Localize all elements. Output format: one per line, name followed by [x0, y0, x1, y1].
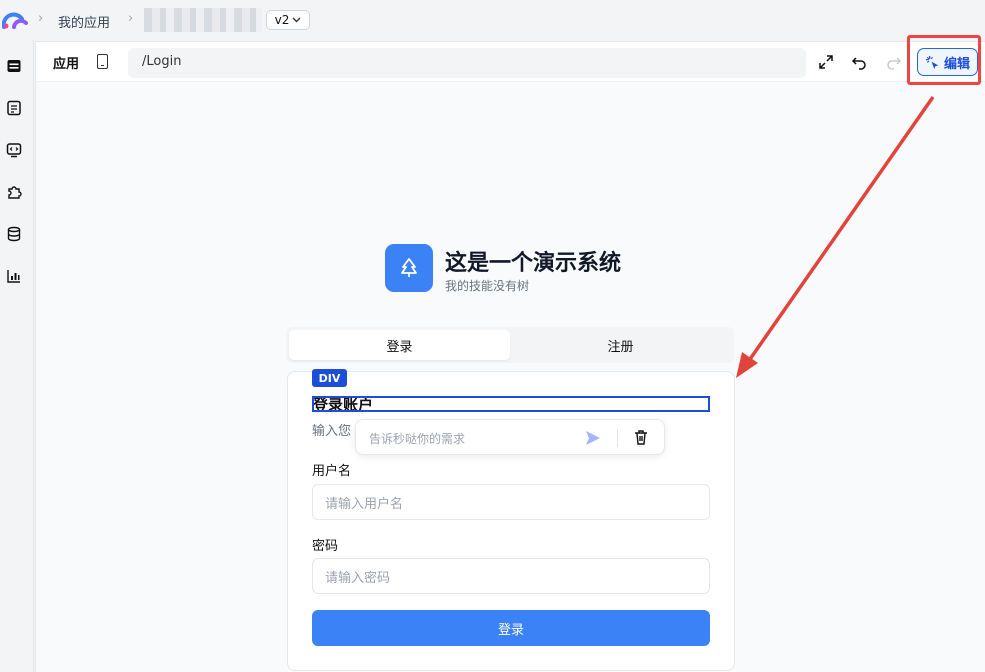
breadcrumb-app-name-redacted[interactable]	[144, 8, 262, 32]
logo-icon[interactable]	[2, 11, 28, 29]
mobile-device-icon[interactable]	[97, 54, 108, 69]
selected-element-outline[interactable]	[312, 396, 710, 412]
version-value: v2	[274, 13, 290, 27]
route-path-field[interactable]: /Login	[128, 48, 806, 78]
redo-icon[interactable]	[886, 54, 902, 70]
database-icon[interactable]	[6, 226, 22, 242]
username-placeholder: 请输入用户名	[325, 496, 404, 512]
route-path-value: /Login	[142, 54, 182, 69]
code-icon[interactable]	[6, 142, 22, 158]
ai-edit-icon	[925, 55, 939, 69]
editor-toolbar: 应用 /Login 编辑	[36, 42, 985, 82]
document-icon[interactable]	[6, 100, 22, 116]
plugin-icon[interactable]	[6, 184, 22, 200]
panel-title: 应用	[53, 57, 80, 72]
edit-button-label: 编辑	[943, 56, 970, 72]
app-logo	[385, 244, 433, 292]
element-type-badge: DIV	[312, 369, 347, 387]
trash-icon[interactable]	[633, 429, 649, 446]
card-description: 输入您	[312, 424, 352, 439]
send-icon[interactable]	[584, 429, 602, 447]
username-input[interactable]: 请输入用户名	[312, 484, 710, 520]
login-submit-button[interactable]: 登录	[312, 610, 710, 646]
top-bar: › 我的应用 › v2	[0, 0, 985, 40]
version-select[interactable]: v2	[266, 10, 310, 30]
analytics-icon[interactable]	[6, 268, 22, 284]
password-placeholder: 请输入密码	[325, 570, 391, 586]
chevron-down-icon	[292, 17, 301, 23]
breadcrumb-my-apps[interactable]: 我的应用	[58, 12, 110, 31]
app-subtitle: 我的技能没有树	[445, 279, 530, 293]
auth-tabs: 登录 注册	[286, 327, 734, 363]
fullscreen-icon[interactable]	[818, 54, 834, 70]
ai-edit-popover: 告诉秒哒你的需求	[355, 419, 665, 455]
tree-icon	[401, 258, 417, 277]
password-input[interactable]: 请输入密码	[312, 558, 710, 594]
edit-button[interactable]: 编辑	[917, 48, 978, 76]
pages-icon[interactable]	[6, 58, 22, 74]
divider	[617, 429, 618, 447]
ai-prompt-input[interactable]: 告诉秒哒你的需求	[369, 430, 465, 447]
chevron-right-icon: ›	[38, 11, 44, 26]
password-label: 密码	[312, 539, 339, 554]
left-sidebar	[0, 40, 34, 672]
app-title: 这是一个演示系统	[445, 251, 622, 276]
tab-login[interactable]: 登录	[289, 330, 510, 360]
chevron-right-icon: ›	[128, 11, 134, 26]
username-label: 用户名	[312, 464, 352, 479]
tab-register[interactable]: 注册	[510, 330, 731, 360]
undo-icon[interactable]	[851, 54, 867, 70]
